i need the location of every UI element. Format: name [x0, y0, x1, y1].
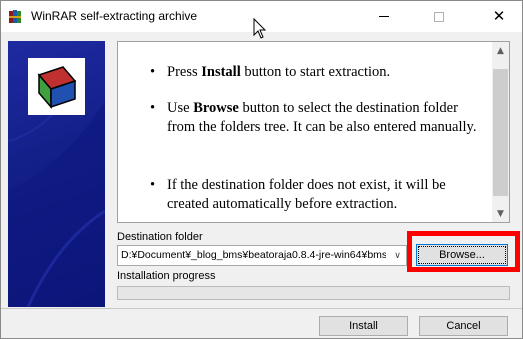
- close-button[interactable]: ✕: [476, 1, 522, 32]
- winrar-logo-icon: [28, 58, 85, 115]
- bullet: •: [150, 177, 156, 193]
- instructions-box[interactable]: • Press Install button to start extracti…: [117, 41, 510, 223]
- bullet: •: [150, 64, 156, 80]
- destination-folder-label: Destination folder: [117, 231, 203, 243]
- scroll-up-button[interactable]: ▲: [492, 42, 509, 59]
- install-keyword: Install: [201, 64, 241, 80]
- vertical-scrollbar[interactable]: ▲ ▼: [492, 42, 509, 222]
- install-button[interactable]: Install: [319, 316, 408, 336]
- installation-progress-label: Installation progress: [117, 270, 216, 282]
- browse-keyword: Browse: [193, 100, 239, 116]
- chevron-up-icon: ▲: [497, 45, 504, 56]
- chevron-down-icon[interactable]: ∨: [389, 246, 406, 265]
- cancel-button[interactable]: Cancel: [419, 316, 508, 336]
- close-icon: ✕: [492, 7, 506, 25]
- chevron-down-icon: ▼: [497, 208, 504, 219]
- installation-progress-bar: [117, 286, 510, 300]
- winrar-books-icon: [8, 8, 24, 24]
- window-title: WinRAR self-extracting archive: [31, 9, 198, 23]
- divider: [1, 308, 522, 309]
- bullet: •: [150, 100, 156, 116]
- browse-button-label: Browse...: [418, 246, 506, 264]
- destination-folder-value[interactable]: D:¥Document¥_blog_bms¥beatoraja0.8.4-jre…: [121, 249, 386, 261]
- sfx-window: WinRAR self-extracting archive ✕ • Press…: [0, 0, 523, 339]
- scroll-down-button[interactable]: ▼: [492, 205, 509, 222]
- mouse-cursor-icon: [253, 17, 267, 40]
- scroll-thumb[interactable]: [493, 69, 508, 196]
- minimize-button[interactable]: [361, 1, 407, 32]
- destination-folder-combo[interactable]: D:¥Document¥_blog_bms¥beatoraja0.8.4-jre…: [117, 245, 407, 266]
- maximize-icon: [434, 11, 444, 22]
- instructions-text: • Press Install button to start extracti…: [150, 64, 477, 212]
- maximize-button: [416, 1, 462, 32]
- browse-button[interactable]: Browse...: [416, 244, 508, 266]
- side-banner: [8, 41, 105, 307]
- minimize-icon: [379, 16, 389, 17]
